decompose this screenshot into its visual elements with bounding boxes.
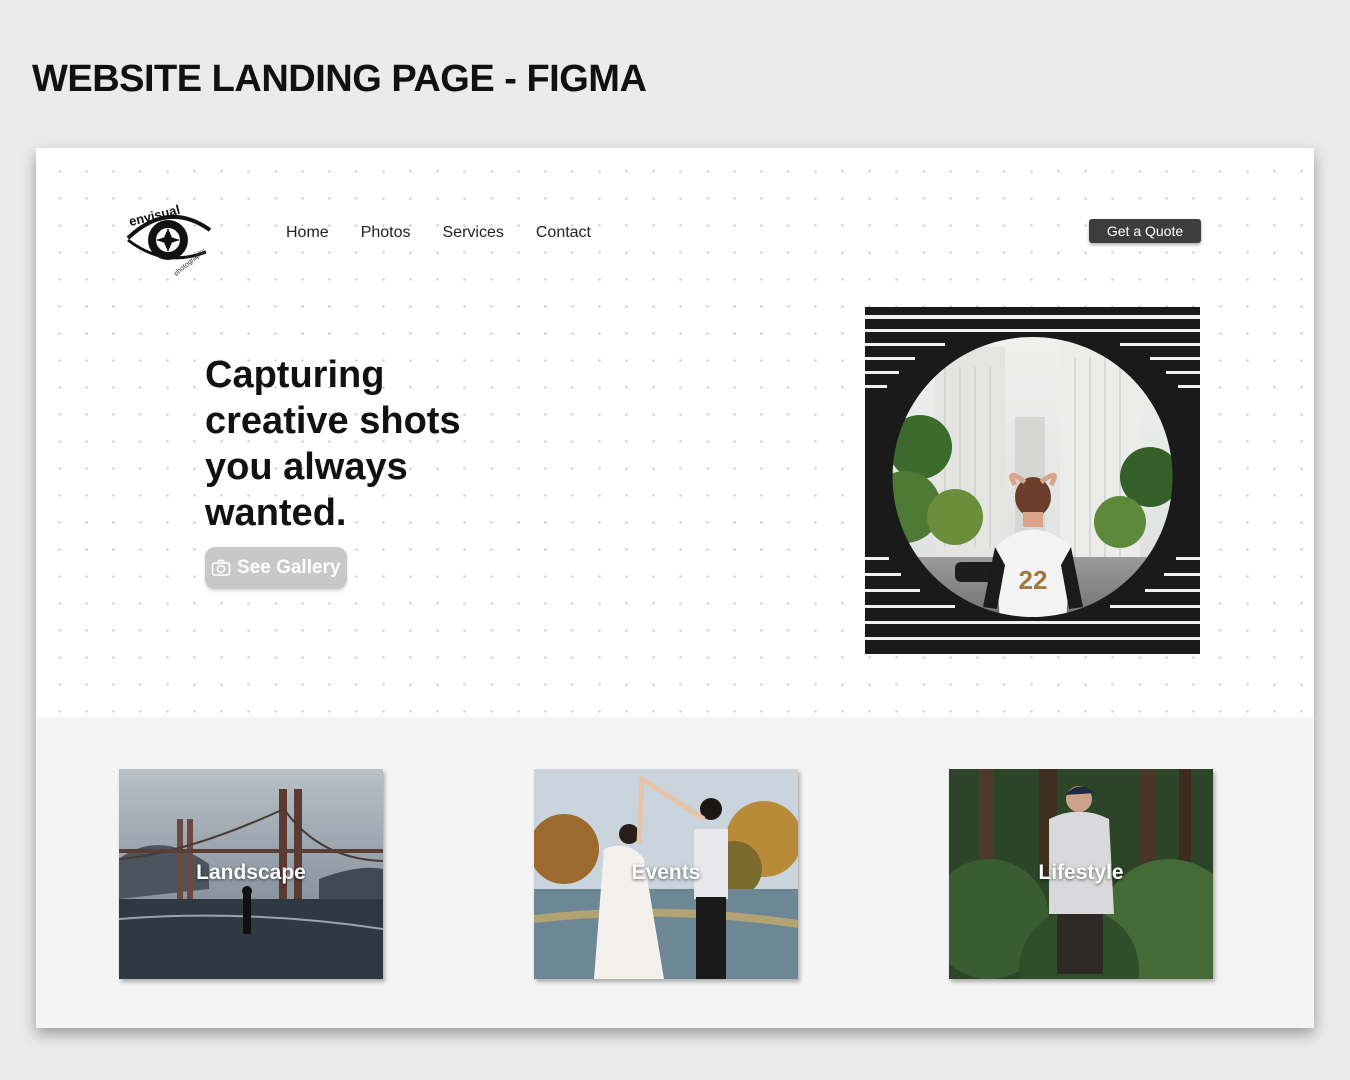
hero-headline: Capturing creative shots you always want… [205,352,545,536]
nav-services-link[interactable]: Services [443,224,504,242]
hero-photo: 22 [865,307,1200,654]
jersey-number-text: 22 [1019,565,1048,595]
hero-headline-line: Capturing [205,354,385,396]
hero-section: envisual photography Home Photos Service… [36,148,1314,717]
nav-photos-link[interactable]: Photos [361,224,411,242]
main-nav: Home Photos Services Contact [286,224,591,242]
category-label: Lifestyle [1038,861,1124,884]
categories-section: Landscape Events Lifestyle [36,717,1314,1028]
camera-icon [211,559,231,576]
category-label: Landscape [196,861,306,884]
hero-headline-line: you always [205,446,408,488]
landing-page-frame: envisual photography Home Photos Service… [36,148,1314,1028]
eye-logo-icon: envisual photography [126,202,212,278]
hero-headline-line: creative shots [205,400,461,442]
category-label: Events [631,861,701,884]
category-card-events[interactable]: Events [534,769,798,979]
category-card-landscape[interactable]: Landscape [119,769,383,979]
logo[interactable]: envisual photography [124,196,214,278]
get-a-quote-button[interactable]: Get a Quote [1089,219,1201,243]
see-gallery-label: See Gallery [237,557,341,578]
nav-home-link[interactable]: Home [286,224,329,242]
nav-contact-link[interactable]: Contact [536,224,591,242]
page-heading: WEBSITE LANDING PAGE - FIGMA [32,58,647,100]
see-gallery-button[interactable]: See Gallery [205,547,347,589]
hero-headline-line: wanted. [205,492,347,534]
category-card-lifestyle[interactable]: Lifestyle [949,769,1213,979]
